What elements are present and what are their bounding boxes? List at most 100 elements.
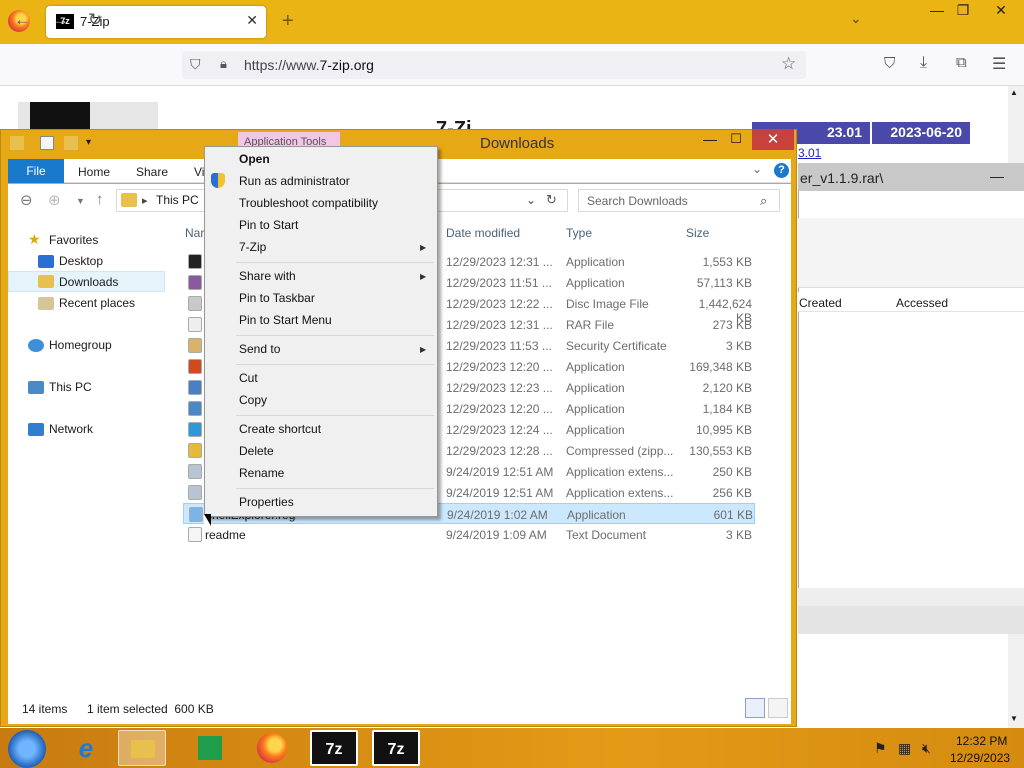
menu-item-cut[interactable]: Cut: [239, 371, 258, 385]
lock-icon[interactable]: 🔒︎: [220, 56, 227, 72]
properties-quick-icon[interactable]: [40, 136, 54, 150]
menu-item-pin-to-start-menu[interactable]: Pin to Start Menu: [239, 313, 332, 327]
nav-desktop[interactable]: Desktop: [59, 254, 103, 268]
action-center-flag-icon[interactable]: ⚑: [874, 740, 887, 757]
bookmark-star-icon[interactable]: ☆: [781, 54, 796, 74]
expand-ribbon-icon[interactable]: ⌄: [752, 162, 762, 176]
tab-view[interactable]: Vi: [194, 165, 204, 179]
list-all-tabs-icon[interactable]: ⌄: [850, 10, 862, 27]
menu-item-open[interactable]: Open: [239, 152, 270, 166]
tab-share[interactable]: Share: [136, 165, 168, 179]
column-type[interactable]: Type: [566, 226, 592, 240]
breadcrumb-this-pc[interactable]: This PC: [156, 193, 199, 207]
address-dropdown-icon[interactable]: ⌄: [526, 193, 536, 207]
start-button-icon[interactable]: [8, 730, 46, 768]
column-name[interactable]: Nar: [185, 226, 204, 240]
menu-item-share-with[interactable]: Share with: [239, 269, 296, 283]
menu-item-create-shortcut[interactable]: Create shortcut: [239, 422, 321, 436]
recent-locations-icon[interactable]: ▼: [76, 196, 85, 206]
breadcrumb-chevron-icon[interactable]: ▸: [142, 194, 148, 207]
file-type: Application: [566, 255, 625, 269]
nav-downloads[interactable]: Downloads: [59, 275, 118, 289]
pocket-icon[interactable]: ⛉: [884, 55, 895, 72]
browser-restore-button[interactable]: ❐: [946, 2, 980, 24]
table-row[interactable]: readme 9/24/2019 1:09 AM Text Document 3 KB: [183, 524, 755, 545]
file-type: Application: [566, 402, 625, 416]
file-date: 9/24/2019 12:51 AM: [446, 465, 554, 479]
folder-quick-access-icon[interactable]: [10, 136, 24, 150]
back-arrow-icon[interactable]: ←: [14, 10, 31, 30]
nav-favorites[interactable]: Favorites: [49, 233, 98, 247]
nav-network[interactable]: Network: [49, 422, 93, 436]
menu-item-copy[interactable]: Copy: [239, 393, 267, 407]
help-icon[interactable]: ?: [774, 163, 789, 178]
tab-file[interactable]: File: [8, 159, 64, 183]
file-icon: [188, 401, 202, 416]
tab-home[interactable]: Home: [78, 165, 110, 179]
forward-arrow-icon[interactable]: →: [52, 10, 69, 30]
column-size[interactable]: Size: [686, 226, 709, 240]
taskbar-7zip-2[interactable]: 7z: [372, 730, 420, 766]
nav-homegroup[interactable]: Homegroup: [49, 338, 112, 352]
search-icon[interactable]: ⌕: [760, 193, 767, 209]
back-icon[interactable]: ⊖: [20, 191, 33, 209]
new-folder-quick-icon[interactable]: [64, 136, 78, 150]
menu-item-7zip[interactable]: 7-Zip: [239, 240, 266, 254]
internet-explorer-icon[interactable]: e: [62, 730, 110, 766]
menu-item-pin-to-start[interactable]: Pin to Start: [239, 218, 298, 232]
shield-tracking-icon[interactable]: ⛉: [190, 56, 201, 73]
large-icons-view-button[interactable]: [768, 698, 788, 718]
volume-muted-icon[interactable]: 🔇︎: [922, 740, 931, 757]
version-link[interactable]: 3.01: [798, 146, 821, 160]
nav-this-pc[interactable]: This PC: [49, 380, 92, 394]
up-arrow-icon[interactable]: ↑: [96, 191, 104, 208]
menu-item-send-to[interactable]: Send to: [239, 342, 280, 356]
menu-item-pin-to-taskbar[interactable]: Pin to Taskbar: [239, 291, 315, 305]
taskbar-file-explorer[interactable]: [118, 730, 166, 766]
background-band: [798, 588, 1024, 606]
file-date: 12/29/2023 12:24 ...: [446, 423, 553, 437]
menu-item-delete[interactable]: Delete: [239, 444, 274, 458]
browser-close-button[interactable]: ✕: [984, 2, 1018, 24]
downloads-icon[interactable]: ⤓: [920, 54, 927, 72]
submenu-arrow-icon: ▶: [420, 243, 427, 252]
search-placeholder[interactable]: Search Downloads: [587, 194, 688, 208]
clock-date[interactable]: 12/29/2023: [950, 751, 1010, 765]
url-text[interactable]: https://www.7-zip.org: [244, 57, 374, 73]
taskbar-7zip-1[interactable]: 7z: [310, 730, 358, 766]
forward-icon[interactable]: ⊕: [48, 191, 61, 209]
item-count: 14 items: [22, 702, 68, 716]
menu-item-troubleshoot-compatibility[interactable]: Troubleshoot compatibility: [239, 196, 378, 210]
menu-item-rename[interactable]: Rename: [239, 466, 284, 480]
maximize-button[interactable]: ☐: [726, 131, 746, 147]
file-type: Application: [567, 508, 626, 522]
browser-tab[interactable]: 7z 7-Zip ✕: [46, 6, 266, 38]
column-accessed[interactable]: Accessed: [896, 296, 948, 310]
file-date: 12/29/2023 12:31 ...: [446, 318, 553, 332]
refresh-icon[interactable]: ↻: [546, 192, 557, 208]
background-minimize-button[interactable]: —: [990, 168, 1004, 184]
file-size: 10,995 KB: [695, 423, 752, 437]
new-tab-button[interactable]: +: [282, 10, 294, 33]
details-view-button[interactable]: [745, 698, 765, 718]
reload-icon[interactable]: ↻: [88, 10, 102, 30]
menu-item-run-as-administrator[interactable]: Run as administrator: [239, 174, 350, 188]
column-created[interactable]: Created: [799, 296, 842, 310]
file-icon: [188, 296, 202, 311]
network-tray-icon[interactable]: ▦: [898, 740, 911, 757]
menu-item-properties[interactable]: Properties: [239, 495, 294, 509]
scroll-down-icon[interactable]: ▼: [1010, 714, 1018, 723]
menu-hamburger-icon[interactable]: ☰: [992, 54, 1006, 74]
this-pc-icon: [28, 381, 44, 394]
scroll-up-icon[interactable]: ▲: [1010, 88, 1018, 97]
extensions-icon[interactable]: ⧉: [956, 54, 967, 71]
taskbar-store[interactable]: [186, 730, 234, 766]
taskbar-firefox[interactable]: [248, 730, 296, 766]
customize-quick-access-icon[interactable]: ▾: [86, 137, 91, 148]
tab-close-icon[interactable]: ✕: [246, 12, 258, 29]
close-button[interactable]: ✕: [752, 129, 794, 150]
minimize-button[interactable]: —: [700, 131, 720, 147]
column-date-modified[interactable]: Date modified: [446, 226, 520, 240]
clock-time[interactable]: 12:32 PM: [956, 734, 1007, 748]
nav-recent-places[interactable]: Recent places: [59, 296, 135, 310]
